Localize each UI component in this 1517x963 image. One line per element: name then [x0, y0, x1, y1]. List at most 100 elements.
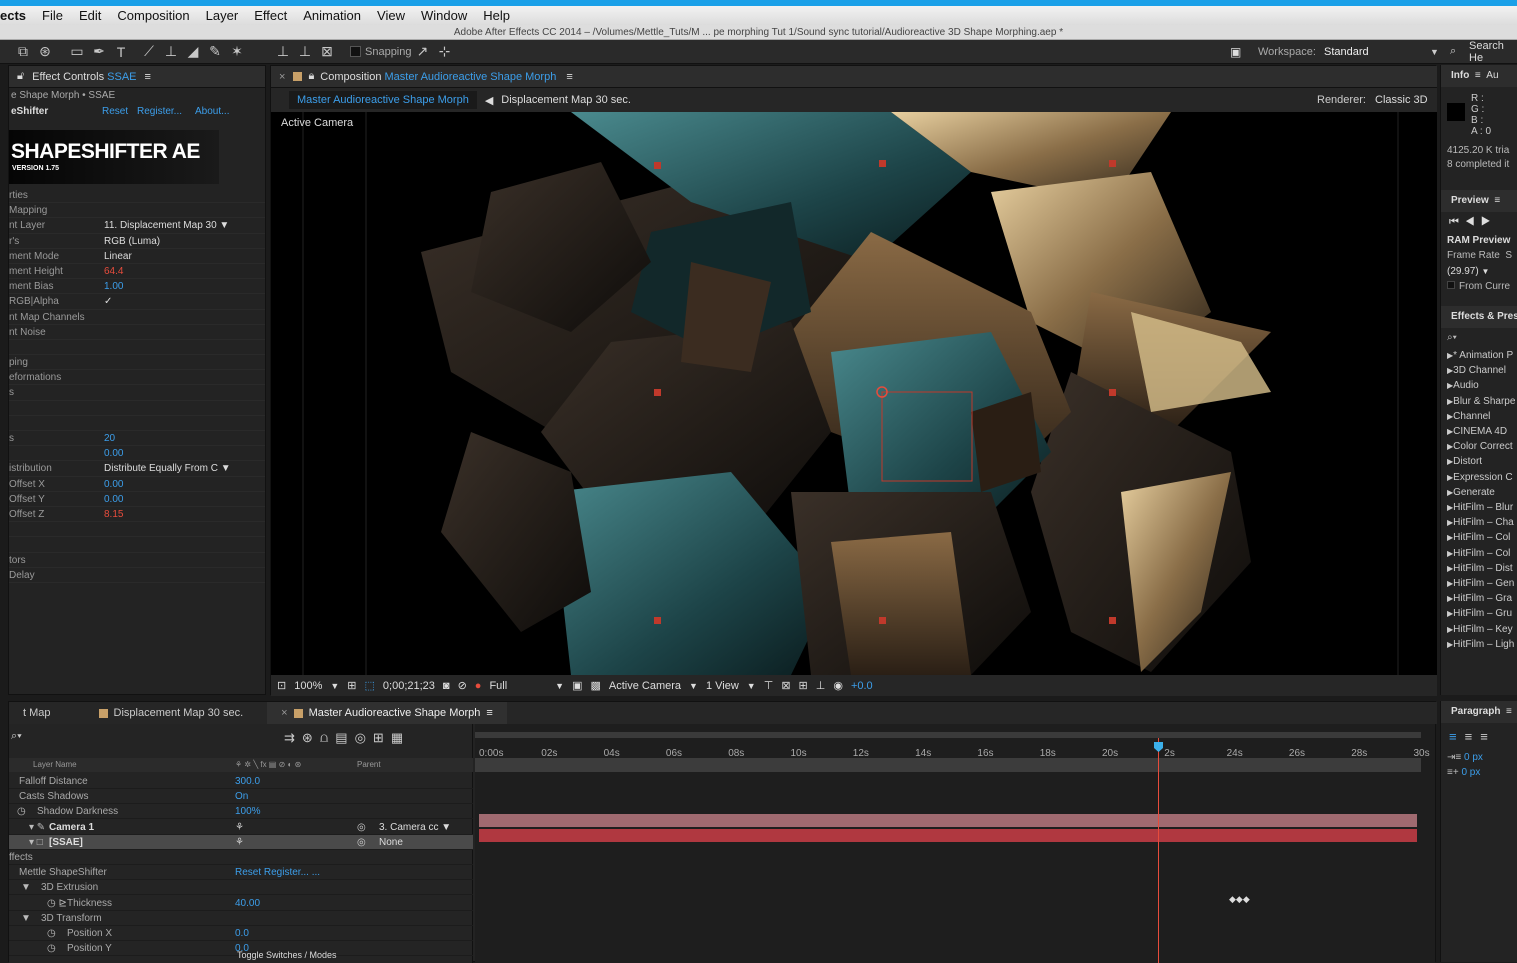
row-icon[interactable]: ▾ □ [29, 835, 43, 850]
effect-property-row[interactable]: nt Layer 11. Displacement Map 30 ▼ [9, 218, 265, 234]
fast-preview-icon[interactable]: ⊠ [781, 679, 790, 692]
axis-view-icon[interactable]: ⊠ [316, 43, 338, 60]
effect-property-row[interactable]: ment Height 64.4 [9, 264, 265, 280]
menu-app-label[interactable]: ects [0, 8, 34, 23]
effects-presets-tab[interactable]: Effects & Prese [1441, 306, 1517, 329]
shy-switch-icon[interactable]: ⚘ [235, 820, 244, 835]
axis-local-icon[interactable]: ⊥ [272, 43, 294, 60]
info-tab[interactable]: Info ≡ Au [1441, 65, 1517, 87]
align-right-icon[interactable]: ≡ [1480, 729, 1496, 744]
effects-category-item[interactable]: ▶HitFilm – Col [1441, 546, 1517, 561]
type-tool-icon[interactable]: T [110, 44, 132, 60]
timeline-layer-row[interactable]: Falloff Distance 300.0 [9, 774, 473, 789]
effects-category-item[interactable]: ▶Distort [1441, 454, 1517, 469]
timeline-layer-row[interactable]: ▼ 3D Extrusion [9, 880, 473, 896]
property-value[interactable]: Distribute Equally From C ▼ [104, 461, 231, 476]
views-layout-select[interactable]: 1 View [706, 680, 739, 692]
brainstorm-icon[interactable]: ▦ [391, 730, 410, 745]
layer-row-value[interactable]: 100% [235, 804, 261, 819]
effect-property-row[interactable] [9, 401, 265, 416]
menu-animation[interactable]: Animation [295, 8, 369, 23]
row-icon[interactable]: ▼ [21, 880, 31, 895]
effect-property-row[interactable] [9, 340, 265, 356]
effect-controls-tab[interactable]: 🔓︎ Effect Controls SSAE ≡ [9, 66, 265, 88]
effects-category-item[interactable]: ▶Generate [1441, 485, 1517, 500]
show-snapshot-icon[interactable]: ⊘ [458, 679, 467, 692]
grid-icon[interactable]: ⊞ [347, 679, 356, 692]
timeline-layer-row[interactable]: ffects [9, 850, 473, 865]
shy-icon[interactable]: ⩍ [320, 730, 335, 745]
reset-link[interactable]: Reset [102, 104, 128, 120]
lock-icon[interactable]: 🔒︎ [308, 70, 314, 83]
effects-category-item[interactable]: ▶HitFilm – Ligh [1441, 637, 1517, 652]
property-value[interactable]: Linear [104, 249, 132, 264]
composition-canvas[interactable]: Active Camera [271, 112, 1437, 675]
lock-icon[interactable]: 🔓︎ [17, 70, 24, 83]
ssae-layer-bar[interactable] [479, 829, 1417, 842]
breadcrumb-active-comp[interactable]: Master Audioreactive Shape Morph [289, 91, 477, 109]
close-icon[interactable]: × [279, 71, 285, 83]
pixel-aspect-icon[interactable]: ⊤ [764, 679, 774, 692]
view-select[interactable]: Active Camera [609, 680, 681, 692]
draft-3d-icon[interactable]: ⊛ [302, 730, 320, 745]
property-value[interactable]: RGB (Luma) [104, 234, 160, 249]
motion-blur-icon[interactable]: ◎ [355, 730, 373, 745]
timeline-search-icon[interactable]: ⌕▾ [11, 730, 22, 743]
row-icon[interactable]: ◷ [47, 926, 56, 941]
property-value[interactable]: 64.4 [104, 264, 123, 279]
search-help-input[interactable]: Search He [1469, 40, 1517, 64]
layer-row-value[interactable]: Reset Register... ... [235, 865, 320, 880]
frame-blend-icon[interactable]: ▤ [335, 730, 354, 745]
snap-edge-icon[interactable]: ↗ [412, 43, 434, 60]
snapping-checkbox[interactable] [350, 46, 361, 57]
resolution-dropdown-icon[interactable]: ▼ [555, 681, 564, 691]
effect-property-row[interactable]: eformations [9, 370, 265, 386]
timeline-layer-row[interactable]: Mettle ShapeShifter Reset Register... ... [9, 865, 473, 881]
timeline-tab-1[interactable]: t Map [9, 702, 65, 724]
effect-property-row[interactable]: ment Mode Linear [9, 249, 265, 264]
effect-property-row[interactable]: s [9, 385, 265, 401]
parent-select[interactable]: None [379, 835, 403, 850]
effect-property-row[interactable]: Mapping [9, 203, 265, 219]
property-value[interactable]: 0.00 [104, 477, 123, 492]
layer-row-value[interactable]: 40.00 [235, 896, 260, 911]
property-value[interactable]: 0.00 [104, 446, 123, 461]
row-icon[interactable]: ▾ ✎ [29, 820, 45, 835]
effects-category-item[interactable]: ▶* Animation P [1441, 348, 1517, 363]
effect-property-row[interactable] [9, 522, 265, 538]
timeline-layer-row[interactable]: ◷ ⊵ Thickness 40.00 [9, 896, 473, 911]
clone-stamp-icon[interactable]: ⊥ [160, 43, 182, 60]
always-preview-icon[interactable]: ⊡ [277, 679, 286, 692]
effect-property-row[interactable]: istribution Distribute Equally From C ▼ [9, 461, 265, 477]
about-link[interactable]: About... [195, 104, 229, 120]
effect-property-row[interactable]: rties [9, 188, 265, 204]
transparency-grid-icon[interactable]: ▩ [591, 679, 601, 692]
effect-property-row[interactable]: Offset Y 0.00 [9, 492, 265, 507]
effects-category-item[interactable]: ▶HitFilm – Col [1441, 530, 1517, 545]
from-current-row[interactable]: From Curre [1441, 279, 1517, 294]
effect-property-row[interactable]: Offset Z 8.15 [9, 507, 265, 523]
brush-tool-icon[interactable]: ⟋ [138, 43, 160, 60]
effect-property-row[interactable]: Delay [9, 568, 265, 583]
align-left-icon[interactable]: ≡ [1449, 729, 1465, 744]
align-center-icon[interactable]: ≡ [1465, 729, 1481, 744]
puppet-pin-icon[interactable]: ✶ [226, 43, 248, 60]
effects-category-item[interactable]: ▶Blur & Sharpe [1441, 394, 1517, 409]
resolution-select[interactable]: Full [489, 680, 507, 692]
effects-category-item[interactable]: ▶CINEMA 4D [1441, 424, 1517, 439]
row-icon[interactable]: ▼ [21, 911, 31, 926]
composition-tab[interactable]: × 🔒︎ Composition Master Audioreactive Sh… [271, 66, 1437, 88]
effect-property-row[interactable]: nt Map Channels [9, 310, 265, 325]
effects-category-item[interactable]: ▶HitFilm – Key [1441, 622, 1517, 637]
timeline-icon[interactable]: ⊥ [816, 679, 826, 692]
breadcrumb-next-comp[interactable]: Displacement Map 30 sec. [501, 94, 631, 106]
property-value[interactable]: 20 [104, 431, 115, 446]
effect-property-row[interactable]: Offset X 0.00 [9, 477, 265, 492]
effects-category-item[interactable]: ▶HitFilm – Blur [1441, 500, 1517, 515]
timeline-tab-2[interactable]: Displacement Map 30 sec. [85, 702, 258, 724]
row-icon[interactable]: ◷ ⊵ [47, 896, 67, 911]
effects-category-item[interactable]: ▶HitFilm – Gen [1441, 576, 1517, 591]
roi-icon[interactable]: ▣ [572, 679, 582, 692]
register-link[interactable]: Register... [137, 104, 182, 120]
property-value[interactable]: 11. Displacement Map 30 ▼ [104, 218, 229, 233]
